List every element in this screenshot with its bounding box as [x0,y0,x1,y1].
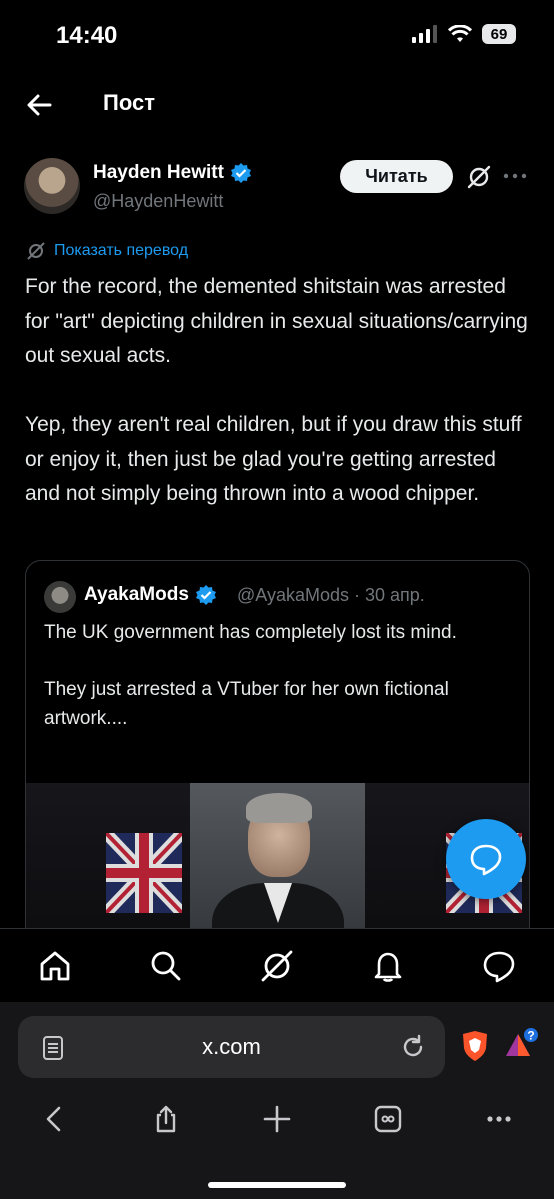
more-options-icon[interactable] [502,166,528,186]
quoted-author-avatar[interactable] [44,581,76,613]
quoted-author-name-row[interactable]: AyakaMods [84,584,217,606]
author-name-row[interactable]: Hayden Hewitt [93,162,252,184]
browser-nav-row [0,1092,554,1146]
page-title: Пост [103,90,155,115]
author-name[interactable]: Hayden Hewitt [93,162,224,184]
messages-icon[interactable] [481,948,517,984]
wifi-icon [448,25,472,42]
follow-button[interactable]: Читать [340,160,453,193]
signal-icon [412,25,437,43]
bottom-tab-bar [0,928,554,1003]
battery-indicator: 69 [482,24,516,44]
brave-shield-icon[interactable] [460,1030,490,1062]
author-handle[interactable]: @HaydenHewitt [93,191,223,212]
back-arrow-icon[interactable] [22,88,56,122]
grok-icon[interactable] [466,164,492,190]
show-translation-label[interactable]: Показать перевод [54,242,188,260]
browser-back-icon[interactable] [40,1104,70,1134]
new-tab-plus-icon[interactable] [262,1104,292,1134]
share-icon[interactable] [151,1104,181,1134]
search-icon[interactable] [148,948,184,984]
reply-bubble-icon [470,844,502,876]
status-icons: 69 [412,24,516,44]
union-flag-left [106,833,182,913]
show-translation-link[interactable]: Показать перевод [26,241,188,261]
rewards-badge: ? [527,1029,534,1043]
quoted-post-card[interactable]: AyakaMods @AyakaMods · 30 апр. The UK go… [25,560,530,982]
portrait-hair [246,793,312,823]
quoted-author-name[interactable]: AyakaMods [84,584,189,606]
browser-toolbar: x.com ? [0,1002,554,1199]
notifications-icon[interactable] [370,948,406,984]
quoted-handle-date: @AyakaMods · 30 апр. [237,585,425,605]
reload-icon[interactable] [400,1034,426,1060]
browser-menu-icon[interactable] [484,1104,514,1134]
post-text: For the record, the demented shitstain w… [25,275,528,505]
reply-fab-button[interactable] [446,819,526,899]
verified-badge-icon [195,585,216,605]
verified-badge-icon [230,163,251,183]
url-text[interactable]: x.com [18,1034,445,1060]
quoted-post-text: The UK government has completely lost it… [44,622,457,729]
home-indicator [208,1182,346,1188]
grok-icon[interactable] [259,948,295,984]
home-icon[interactable] [37,948,73,984]
brave-rewards-icon[interactable]: ? [504,1026,540,1062]
grok-translate-icon [27,242,45,260]
address-bar[interactable]: x.com [18,1016,445,1078]
tabs-icon[interactable] [373,1104,403,1134]
status-time: 14:40 [56,22,118,49]
author-avatar[interactable] [24,158,80,214]
